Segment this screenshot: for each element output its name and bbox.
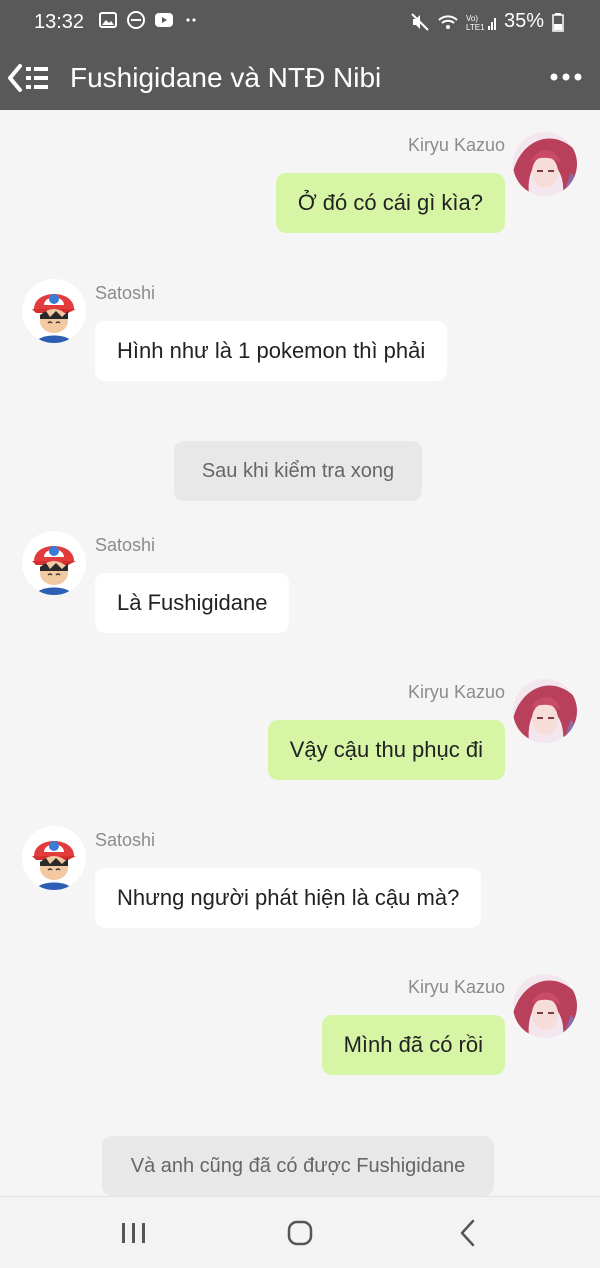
home-icon[interactable] xyxy=(280,1215,320,1251)
message-bubble-outgoing[interactable]: Ở đó có cái gì kìa? xyxy=(275,173,505,233)
avatar[interactable] xyxy=(513,974,577,1038)
avatar[interactable] xyxy=(22,531,86,595)
narration-bubble: Và anh cũng đã có được Fushigidane xyxy=(102,1136,494,1196)
battery-percent: 35% xyxy=(503,10,544,32)
sender-name: Satoshi xyxy=(95,535,156,555)
avatar[interactable] xyxy=(513,679,577,743)
satoshi-avatar-icon xyxy=(22,279,86,343)
satoshi-avatar-icon xyxy=(22,826,86,890)
chat-area[interactable]: Kiryu Kazuo Ở đó có cái gì kìa? Satoshi … xyxy=(0,110,600,1196)
message-bubble-incoming[interactable]: Nhưng người phát hiện là cậu mà? xyxy=(95,868,482,928)
message-bubble-incoming[interactable]: Là Fushigidane xyxy=(95,573,290,633)
back-menu-icon[interactable] xyxy=(6,60,54,96)
recents-icon[interactable] xyxy=(114,1215,154,1251)
svg-text:Vo): Vo) xyxy=(466,14,478,23)
volte-signal-icon: Vo)LTE1 xyxy=(466,14,496,32)
avatar[interactable] xyxy=(22,279,86,343)
satoshi-avatar-icon xyxy=(22,531,86,595)
conversation-title: Fushigidane và NTĐ Nibi xyxy=(70,62,382,93)
wifi-icon xyxy=(438,14,458,29)
svg-text:LTE1: LTE1 xyxy=(466,23,485,32)
narration-bubble: Sau khi kiểm tra xong xyxy=(174,441,422,501)
system-nav-bar xyxy=(0,1196,600,1268)
more-dots-icon xyxy=(186,18,196,22)
sender-name: Kiryu Kazuo xyxy=(407,135,505,155)
youtube-icon xyxy=(155,13,173,27)
message-bubble-incoming[interactable]: Hình như là 1 pokemon thì phải xyxy=(95,321,448,381)
avatar[interactable] xyxy=(513,132,577,196)
kiryu-avatar-icon xyxy=(513,132,577,196)
kiryu-avatar-icon xyxy=(513,679,577,743)
sender-name: Kiryu Kazuo xyxy=(407,682,505,702)
back-icon[interactable] xyxy=(448,1215,488,1251)
sender-name: Kiryu Kazuo xyxy=(407,977,505,997)
battery-icon xyxy=(552,12,564,32)
do-not-disturb-icon xyxy=(127,11,145,29)
status-time: 13:32 xyxy=(34,11,85,33)
kiryu-avatar-icon xyxy=(513,974,577,1038)
status-bar: 13:32 Vo) LTE1 35% xyxy=(0,0,600,46)
message-bubble-outgoing[interactable]: Vậy cậu thu phục đi xyxy=(267,720,505,780)
more-horizontal-icon[interactable] xyxy=(546,62,586,92)
mute-icon xyxy=(411,12,429,31)
app-bar: Fushigidane và NTĐ Nibi xyxy=(0,46,600,110)
sender-name: Satoshi xyxy=(95,283,156,303)
gallery-icon xyxy=(99,12,117,28)
sender-name: Satoshi xyxy=(95,830,156,850)
avatar[interactable] xyxy=(22,826,86,890)
message-bubble-outgoing[interactable]: Mình đã có rồi xyxy=(321,1015,505,1075)
